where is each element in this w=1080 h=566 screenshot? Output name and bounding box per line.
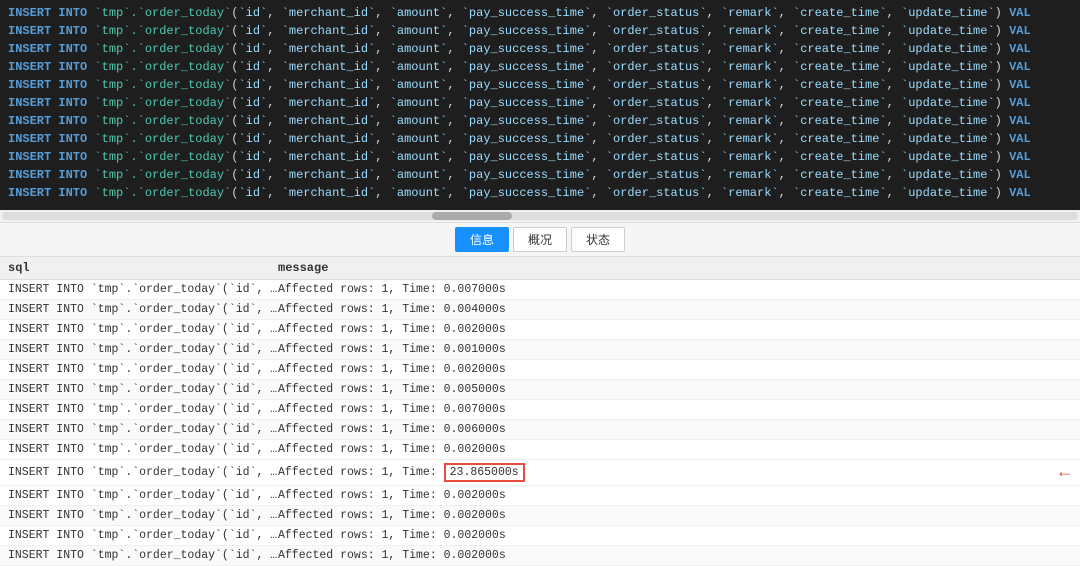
table-row: INSERT INTO `tmp`.`order_today`(`id`, `m… [0,526,1080,546]
cell-message: Affected rows: 1, Time: 0.005000s [278,383,1072,396]
cell-message: Affected rows: 1, Time: 0.001000s [278,343,1072,356]
cell-sql: INSERT INTO `tmp`.`order_today`(`id`, `m… [8,489,278,502]
cell-message: Affected rows: 1, Time: 0.002000s [278,509,1072,522]
tab-状态[interactable]: 状态 [571,227,625,252]
cell-sql: INSERT INTO `tmp`.`order_today`(`id`, `m… [8,423,278,436]
results-header: sql message [0,257,1080,280]
tab-概况[interactable]: 概况 [513,227,567,252]
col-sql-header: sql [8,261,278,275]
table-row: INSERT INTO `tmp`.`order_today`(`id`, `m… [0,280,1080,300]
arrow-icon: ← [1059,463,1070,483]
cell-message: Affected rows: 1, Time: 0.007000s [278,283,1072,296]
code-line: INSERT INTO `tmp`.`order_today`(`id`, `m… [8,148,1072,166]
code-line: INSERT INTO `tmp`.`order_today`(`id`, `m… [8,58,1072,76]
table-row: INSERT INTO `tmp`.`order_today`(`id`, `m… [0,340,1080,360]
table-row: INSERT INTO `tmp`.`order_today`(`id`, `m… [0,320,1080,340]
code-area: INSERT INTO `tmp`.`order_today`(`id`, `m… [0,0,1080,210]
table-row: INSERT INTO `tmp`.`order_today`(`id`, `m… [0,400,1080,420]
cell-sql: INSERT INTO `tmp`.`order_today`(`id`, `m… [8,323,278,336]
cell-sql: INSERT INTO `tmp`.`order_today`(`id`, `m… [8,283,278,296]
col-message-header: message [278,261,1072,275]
cell-sql: INSERT INTO `tmp`.`order_today`(`id`, `m… [8,466,278,479]
cell-message: Affected rows: 1, Time: 0.006000s [278,423,1072,436]
code-line: INSERT INTO `tmp`.`order_today`(`id`, `m… [8,166,1072,184]
cell-message: Affected rows: 1, Time: 0.002000s [278,323,1072,336]
table-row: INSERT INTO `tmp`.`order_today`(`id`, `m… [0,360,1080,380]
cell-sql: INSERT INTO `tmp`.`order_today`(`id`, `m… [8,403,278,416]
cell-sql: INSERT INTO `tmp`.`order_today`(`id`, `m… [8,343,278,356]
cell-message: Affected rows: 1, Time: 0.002000s [278,529,1072,542]
cell-message: Affected rows: 1, Time: 0.007000s [278,403,1072,416]
table-row: INSERT INTO `tmp`.`order_today`(`id`, `m… [0,546,1080,566]
code-line: INSERT INTO `tmp`.`order_today`(`id`, `m… [8,4,1072,22]
cell-message: Affected rows: 1, Time: 23.865000s [278,463,1072,482]
cell-sql: INSERT INTO `tmp`.`order_today`(`id`, `m… [8,303,278,316]
cell-sql: INSERT INTO `tmp`.`order_today`(`id`, `m… [8,443,278,456]
code-line: INSERT INTO `tmp`.`order_today`(`id`, `m… [8,112,1072,130]
tab-bar: 信息概况状态 [0,222,1080,257]
cell-sql: INSERT INTO `tmp`.`order_today`(`id`, `m… [8,509,278,522]
code-line: INSERT INTO `tmp`.`order_today`(`id`, `m… [8,76,1072,94]
cell-sql: INSERT INTO `tmp`.`order_today`(`id`, `m… [8,363,278,376]
cell-message: Affected rows: 1, Time: 0.002000s [278,549,1072,562]
scrollbar-area[interactable] [0,210,1080,222]
cell-message: Affected rows: 1, Time: 0.002000s [278,443,1072,456]
table-row: INSERT INTO `tmp`.`order_today`(`id`, `m… [0,440,1080,460]
cell-message: Affected rows: 1, Time: 0.004000s [278,303,1072,316]
results-area: sql message INSERT INTO `tmp`.`order_tod… [0,257,1080,566]
cell-sql: INSERT INTO `tmp`.`order_today`(`id`, `m… [8,549,278,562]
cell-message: Affected rows: 1, Time: 0.002000s [278,489,1072,502]
code-line: INSERT INTO `tmp`.`order_today`(`id`, `m… [8,130,1072,148]
code-line: INSERT INTO `tmp`.`order_today`(`id`, `m… [8,40,1072,58]
table-row: INSERT INTO `tmp`.`order_today`(`id`, `m… [0,420,1080,440]
table-row: INSERT INTO `tmp`.`order_today`(`id`, `m… [0,300,1080,320]
table-row: INSERT INTO `tmp`.`order_today`(`id`, `m… [0,460,1080,486]
tab-信息[interactable]: 信息 [455,227,509,252]
table-row: INSERT INTO `tmp`.`order_today`(`id`, `m… [0,380,1080,400]
code-line: INSERT INTO `tmp`.`order_today`(`id`, `m… [8,184,1072,202]
code-line: INSERT INTO `tmp`.`order_today`(`id`, `m… [8,94,1072,112]
cell-sql: INSERT INTO `tmp`.`order_today`(`id`, `m… [8,529,278,542]
cell-sql: INSERT INTO `tmp`.`order_today`(`id`, `m… [8,383,278,396]
table-row: INSERT INTO `tmp`.`order_today`(`id`, `m… [0,486,1080,506]
code-line: INSERT INTO `tmp`.`order_today`(`id`, `m… [8,22,1072,40]
highlighted-time-value: 23.865000s [444,463,525,482]
cell-message: Affected rows: 1, Time: 0.002000s [278,363,1072,376]
table-row: INSERT INTO `tmp`.`order_today`(`id`, `m… [0,506,1080,526]
